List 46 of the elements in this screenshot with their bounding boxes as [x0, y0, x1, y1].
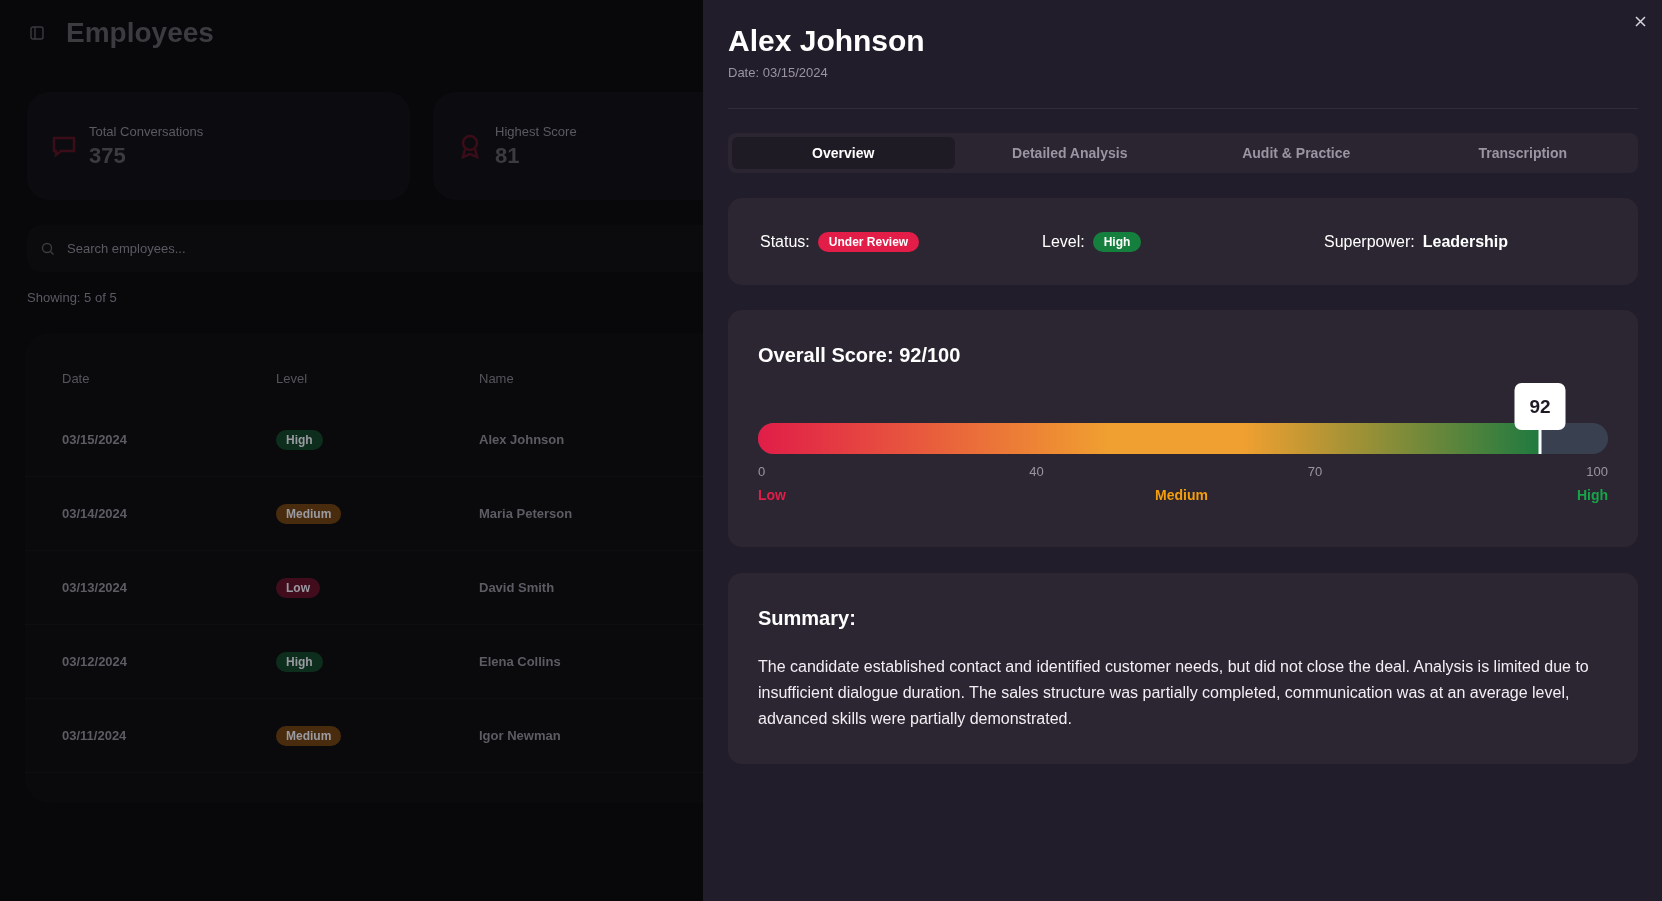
tab[interactable]: Transcription [1411, 137, 1634, 169]
zone-label: High [1576, 487, 1608, 503]
field-label: Level: [1042, 232, 1085, 251]
table-cell-text: 03/15/2024 [62, 432, 129, 447]
employee-name: Alex Johnson [728, 23, 926, 59]
column-header: Date [62, 370, 91, 386]
level-badge: Medium [276, 503, 342, 524]
date-text: Date: 03/15/2024 [728, 65, 829, 80]
result-count: Showing: 5 of 5 [27, 290, 118, 305]
status-badge: Under Review [817, 231, 920, 252]
stat-label: Highest Score [495, 123, 577, 139]
tab[interactable]: Detailed Analysis [958, 137, 1181, 169]
table-cell-text: David Smith [479, 580, 556, 595]
stat-label: Total Conversations [89, 123, 204, 139]
sidebar-toggle-icon[interactable] [30, 26, 44, 40]
table-cell-text: Maria Peterson [479, 506, 574, 521]
score-title: Overall Score: 92/100 [758, 344, 962, 367]
score-marker: 92 [1514, 383, 1566, 430]
field-label: Superpower: [1324, 232, 1415, 251]
summary-text: The candidate established contact and identified customer needs, but did not close the deal. Analysis is limited due to insufficient dialogue duration. The sales structure was partially completed, communication was at an average level, advanced skills were partially demonstrated. [758, 657, 1590, 729]
field-value: Leadership [1422, 232, 1509, 251]
table-cell-text: 03/12/2024 [62, 654, 129, 669]
field-label: Status: [760, 232, 810, 251]
status-badge: High [1092, 231, 1142, 252]
table-cell-text: 03/14/2024 [62, 506, 129, 521]
zone-label: Medium [1155, 487, 1208, 503]
summary-title: Summary: [758, 607, 857, 630]
tab[interactable]: Overview [732, 137, 955, 169]
tick-label: 40 [1029, 464, 1044, 479]
tick-label: 70 [1307, 464, 1323, 479]
level-badge: Low [276, 577, 320, 598]
tab[interactable]: Audit & Practice [1185, 137, 1408, 169]
level-badge: High [276, 429, 323, 450]
close-icon [1635, 16, 1646, 27]
level-badge: Medium [276, 725, 342, 746]
table-cell-text: Igor Newman [479, 728, 562, 743]
table-cell-text: 03/11/2024 [62, 728, 128, 743]
column-header: Name [479, 370, 515, 386]
zone-label: Low [758, 487, 786, 503]
tick-label: 0 [758, 464, 766, 479]
table-cell-text: Alex Johnson [479, 432, 566, 447]
table-cell-text: 03/13/2024 [62, 580, 129, 595]
table-cell-text: Elena Collins [479, 654, 562, 669]
tick-label: 100 [1586, 464, 1608, 479]
column-header: Level [276, 370, 309, 386]
level-badge: High [276, 651, 323, 672]
